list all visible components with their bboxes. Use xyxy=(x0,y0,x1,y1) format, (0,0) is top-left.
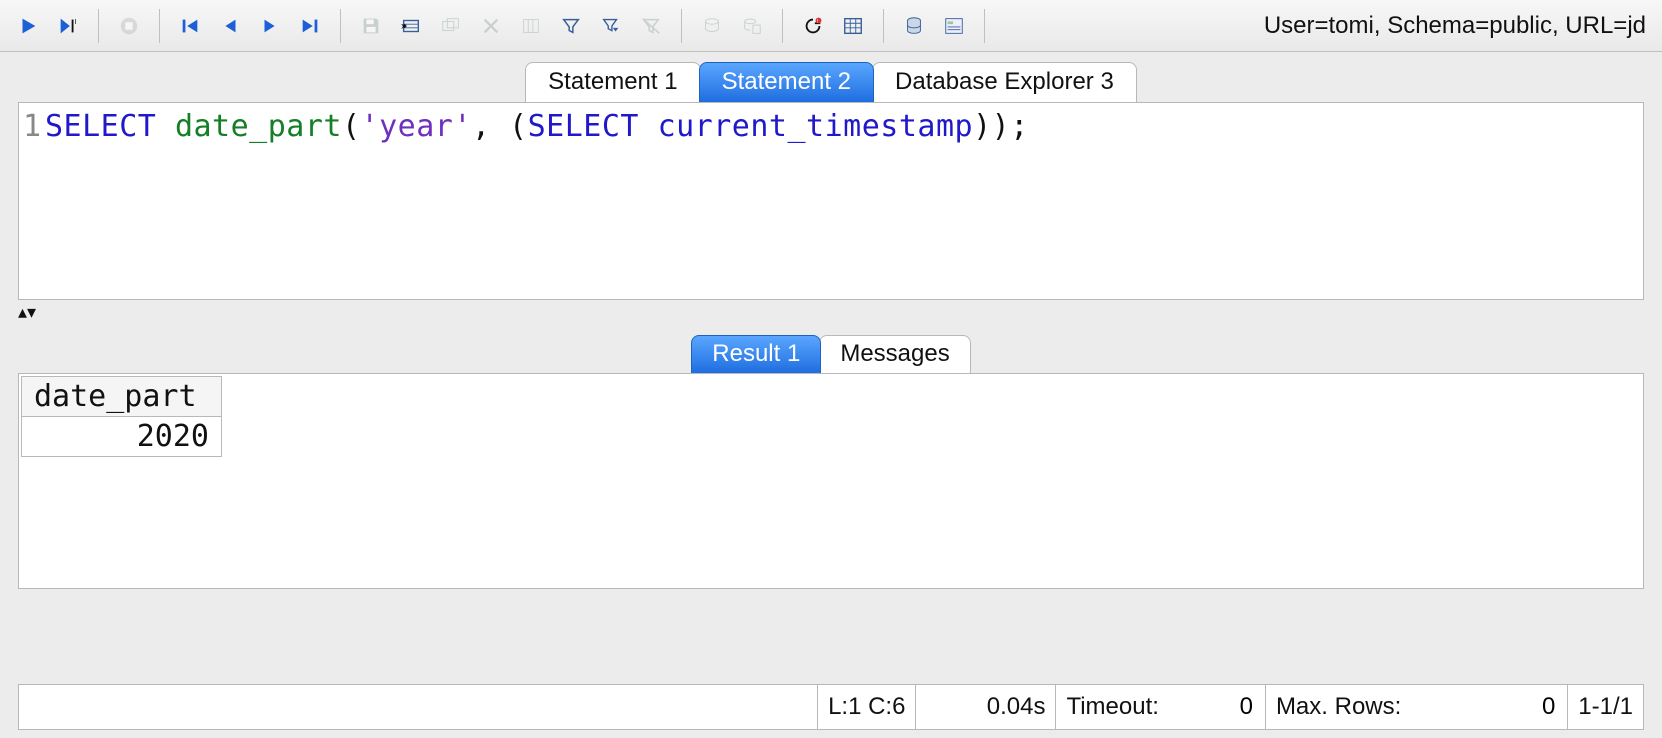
editor-tabbar: Statement 1Statement 2Database Explorer … xyxy=(0,58,1662,102)
line-number: 1 xyxy=(19,103,43,144)
maxrows-label: Max. Rows: xyxy=(1276,693,1407,721)
editor-tab-1[interactable]: Statement 2 xyxy=(699,62,874,102)
sql-editor[interactable]: 1 SELECT date_part('year', (SELECT curre… xyxy=(18,102,1644,300)
timeout-label: Timeout: xyxy=(1066,693,1164,721)
export-clipboard-button[interactable] xyxy=(734,8,770,44)
filter-button[interactable] xyxy=(553,8,589,44)
run-button[interactable] xyxy=(10,8,46,44)
first-record-button[interactable] xyxy=(172,8,208,44)
editor-tab-2[interactable]: Database Explorer 3 xyxy=(872,62,1137,102)
table-cell[interactable]: 2020 xyxy=(22,417,222,457)
copy-row-button[interactable] xyxy=(433,8,469,44)
last-record-button[interactable] xyxy=(292,8,328,44)
run-to-cursor-button[interactable]: I xyxy=(50,8,86,44)
prev-record-button[interactable] xyxy=(212,8,248,44)
save-button[interactable] xyxy=(353,8,389,44)
result-tab-1[interactable]: Messages xyxy=(819,335,970,373)
table-row[interactable]: 2020 xyxy=(22,417,222,457)
column-header[interactable]: date_part xyxy=(22,377,222,417)
insert-row-button[interactable]: › xyxy=(393,8,429,44)
next-record-button[interactable] xyxy=(252,8,288,44)
toolbar: I › ! User=tomi, Schema=public, URL=jd xyxy=(0,0,1662,52)
status-exec-time: 0.04s xyxy=(915,685,1055,729)
splitter-handle[interactable]: ▴▾ xyxy=(18,302,1644,323)
svg-text:I: I xyxy=(74,17,76,26)
status-bar: L:1 C:6 0.04s Timeout: Max. Rows: 1-1/1 xyxy=(18,684,1644,730)
timeout-input[interactable] xyxy=(1165,685,1255,729)
status-maxrows: Max. Rows: xyxy=(1265,685,1567,729)
form-view-button[interactable] xyxy=(936,8,972,44)
status-cursor: L:1 C:6 xyxy=(817,685,915,729)
status-timeout: Timeout: xyxy=(1055,685,1264,729)
result-tabbar: Result 1Messages xyxy=(18,331,1644,373)
status-row-range: 1-1/1 xyxy=(1567,685,1643,729)
grid-options-button[interactable] xyxy=(835,8,871,44)
result-tab-0[interactable]: Result 1 xyxy=(691,335,821,373)
connection-info: User=tomi, Schema=public, URL=jd xyxy=(1256,12,1654,40)
status-spacer xyxy=(19,685,817,729)
result-panel: date_part 2020 xyxy=(18,373,1644,589)
delete-row-button[interactable] xyxy=(473,8,509,44)
editor-tab-0[interactable]: Statement 1 xyxy=(525,62,700,102)
sql-code[interactable]: SELECT date_part('year', (SELECT current… xyxy=(43,103,1033,144)
select-columns-button[interactable] xyxy=(513,8,549,44)
reexecute-button[interactable]: ! xyxy=(795,8,831,44)
maxrows-input[interactable] xyxy=(1407,685,1557,729)
clear-filter-button[interactable] xyxy=(633,8,669,44)
stop-button[interactable] xyxy=(111,8,147,44)
filter-dropdown-button[interactable] xyxy=(593,8,629,44)
svg-text:›: › xyxy=(401,20,405,32)
database-button[interactable] xyxy=(896,8,932,44)
result-grid[interactable]: date_part 2020 xyxy=(21,376,222,457)
export-button[interactable] xyxy=(694,8,730,44)
